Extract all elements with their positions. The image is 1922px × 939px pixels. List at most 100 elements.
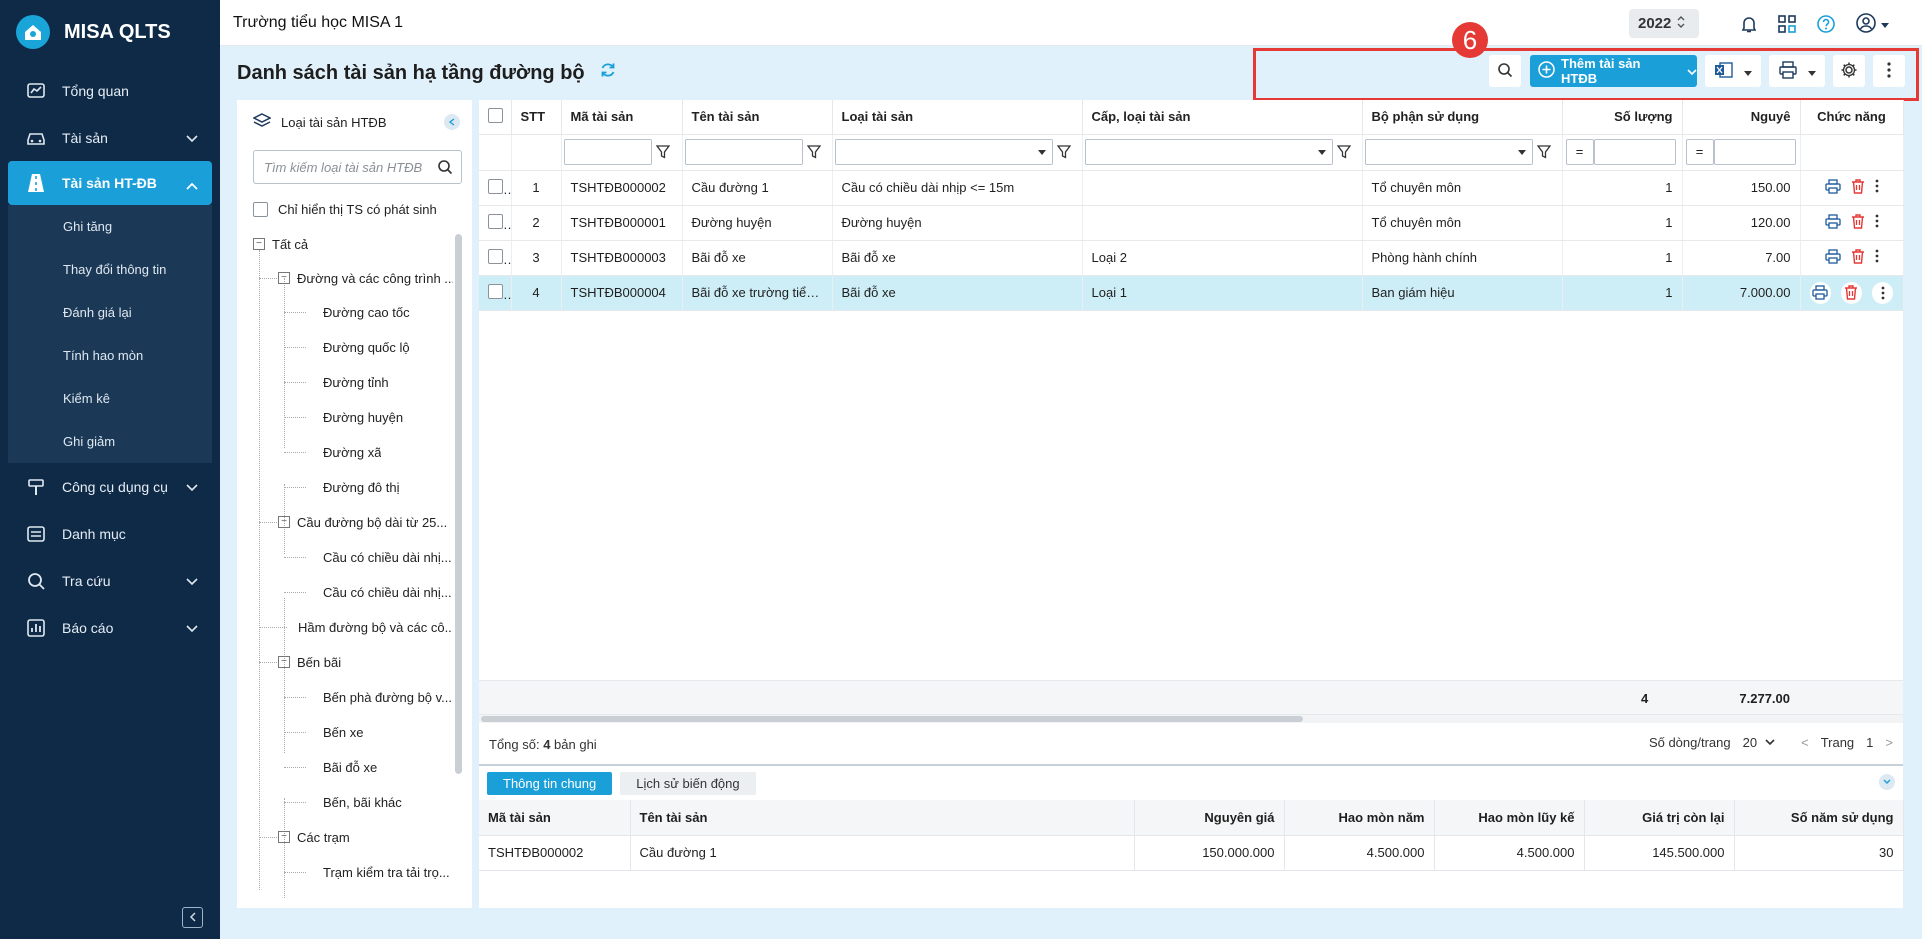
settings-button[interactable] — [1833, 55, 1865, 87]
tree-node-bridge-span-1[interactable]: Cầu có chiều dài nhị... — [323, 547, 453, 567]
filter-asset-type-select[interactable] — [834, 139, 1053, 165]
row-more-icon[interactable] — [1875, 179, 1879, 196]
collapse-box-icon[interactable]: − — [278, 272, 290, 284]
filter-quantity-input[interactable] — [1593, 139, 1676, 165]
brand[interactable]: MISA QLTS — [0, 0, 220, 64]
add-asset-button[interactable]: Thêm tài sản HTĐB — [1530, 55, 1697, 87]
sidebar-item-danh-muc[interactable]: Danh mục — [0, 510, 220, 557]
search-button[interactable] — [1489, 55, 1521, 87]
submenu-danh-gia-lai[interactable]: Đánh giá lại — [8, 291, 212, 334]
filter-icon[interactable] — [652, 139, 674, 165]
prev-page-button[interactable]: < — [1801, 735, 1809, 750]
filter-cost-operator[interactable]: = — [1685, 139, 1714, 165]
school-name[interactable]: Trường tiểu học MISA 1 — [233, 14, 403, 32]
table-row[interactable]: 3 TSHTĐB000003 Bãi đỗ xe Bãi đỗ xe Loại … — [479, 240, 1904, 276]
sidebar-item-bao-cao[interactable]: Báo cáo — [0, 604, 220, 651]
table-row[interactable]: 2 TSHTĐB000001 Đường huyện Đường huyện T… — [479, 205, 1904, 241]
tree-node-load-check[interactable]: Trạm kiểm tra tải trọ... — [323, 862, 453, 882]
collapse-sidebar-button[interactable] — [182, 907, 203, 928]
col-department[interactable]: Bộ phận sử dụng — [1362, 100, 1563, 134]
tree-node-district-road[interactable]: Đường huyện — [323, 407, 403, 427]
row-more-icon[interactable] — [1875, 214, 1879, 231]
tree-node-stations[interactable]: − Bến bãi — [278, 652, 341, 672]
collapse-box-icon[interactable]: − — [278, 656, 290, 668]
filter-icon[interactable] — [1053, 139, 1075, 165]
tree-node-national-road[interactable]: Đường quốc lộ — [323, 337, 410, 357]
filter-cost-input[interactable] — [1713, 139, 1796, 165]
tree-node-commune-road[interactable]: Đường xã — [323, 442, 381, 462]
tree-scrollbar[interactable] — [455, 234, 462, 774]
row-checkbox[interactable] — [488, 178, 503, 194]
col-asset-type[interactable]: Loại tài sản — [832, 100, 1083, 134]
detail-row[interactable]: TSHTĐB000002 Cầu đường 1 150.000.000 4.5… — [479, 835, 1904, 871]
tree-node-bus-station[interactable]: Bến xe — [323, 722, 363, 742]
notification-bell-icon[interactable] — [1737, 12, 1761, 36]
select-all-checkbox[interactable] — [488, 107, 503, 123]
table-row-selected[interactable]: 4 TSHTĐB000004 Bãi đỗ xe trường tiểu h..… — [479, 275, 1904, 311]
collapse-tree-icon[interactable] — [444, 114, 460, 130]
next-page-button[interactable]: > — [1885, 735, 1893, 750]
col-grade[interactable]: Cấp, loại tài sản — [1082, 100, 1363, 134]
tree-node-urban-road[interactable]: Đường đô thị — [323, 477, 400, 497]
tab-general-info[interactable]: Thông tin chung — [487, 771, 613, 795]
page-size-select[interactable]: 20 — [1743, 735, 1775, 750]
tree-node-bridges[interactable]: − Cầu đường bộ dài từ 25... — [278, 512, 453, 532]
col-asset-code[interactable]: Mã tài sản — [561, 100, 683, 134]
tree-node-tunnels[interactable]: Hầm đường bộ và các cô... — [298, 617, 453, 637]
current-page[interactable]: 1 — [1866, 735, 1873, 750]
only-changes-checkbox[interactable] — [253, 202, 268, 217]
sidebar-item-tai-san[interactable]: Tài sản — [0, 114, 220, 161]
excel-export-button[interactable] — [1705, 55, 1761, 87]
row-more-icon[interactable] — [1872, 281, 1894, 304]
print-button[interactable] — [1769, 55, 1825, 87]
tree-node-all[interactable]: − Tất cả — [253, 234, 308, 254]
row-checkbox[interactable] — [488, 213, 503, 229]
year-selector[interactable]: 2022 — [1629, 9, 1699, 38]
tree-node-highway[interactable]: Đường cao tốc — [323, 302, 410, 322]
delete-row-icon[interactable] — [1851, 248, 1865, 267]
print-row-icon[interactable] — [1824, 248, 1841, 267]
sidebar-item-tra-cuu[interactable]: Tra cứu — [0, 557, 220, 604]
col-cost[interactable]: Nguyê — [1682, 100, 1801, 134]
delete-row-icon[interactable] — [1851, 178, 1865, 197]
delete-row-icon[interactable] — [1840, 281, 1863, 304]
filter-department-select[interactable] — [1364, 139, 1533, 165]
submenu-thay-doi-thong-tin[interactable]: Thay đổi thông tin — [8, 248, 212, 291]
collapse-box-icon[interactable]: − — [253, 238, 265, 250]
help-icon[interactable] — [1814, 12, 1838, 36]
submenu-tinh-hao-mon[interactable]: Tính hao mòn — [8, 334, 212, 377]
submenu-ghi-tang[interactable]: Ghi tăng — [8, 205, 212, 248]
sidebar-item-tai-san-ht-db[interactable]: Tài sản HT-ĐB — [8, 161, 212, 205]
tree-node-parking[interactable]: Bãi đỗ xe — [323, 757, 377, 777]
print-row-icon[interactable] — [1824, 213, 1841, 232]
collapse-box-icon[interactable]: − — [278, 516, 290, 528]
submenu-kiem-ke[interactable]: Kiểm kê — [8, 377, 212, 420]
tab-change-history[interactable]: Lịch sử biến động — [620, 771, 756, 795]
scrollbar-thumb[interactable] — [481, 716, 1303, 722]
col-stt[interactable]: STT — [511, 100, 562, 134]
tree-node-provincial-road[interactable]: Đường tỉnh — [323, 372, 389, 392]
filter-icon[interactable] — [1333, 139, 1355, 165]
submenu-ghi-giam[interactable]: Ghi giảm — [8, 420, 212, 463]
col-asset-name[interactable]: Tên tài sản — [682, 100, 833, 134]
filter-icon[interactable] — [1533, 139, 1555, 165]
refresh-icon[interactable] — [599, 61, 617, 85]
user-menu[interactable] — [1852, 12, 1892, 36]
tree-node-ferry[interactable]: Bến phà đường bộ v... — [323, 687, 453, 707]
filter-asset-name-input[interactable] — [684, 139, 803, 165]
collapse-box-icon[interactable]: − — [278, 831, 290, 843]
collapse-detail-icon[interactable] — [1879, 774, 1895, 790]
print-row-icon[interactable] — [1809, 281, 1831, 304]
search-icon[interactable] — [437, 159, 453, 178]
tree-node-checkpoints[interactable]: − Các trạm — [278, 827, 350, 847]
print-row-icon[interactable] — [1824, 178, 1841, 197]
tree-node-roads[interactable]: − Đường và các công trình ... — [278, 268, 453, 288]
apps-grid-icon[interactable] — [1775, 12, 1799, 36]
filter-grade-select[interactable] — [1084, 139, 1333, 165]
tree-search-input[interactable]: Tìm kiếm loại tài sản HTĐB — [253, 150, 462, 184]
sidebar-item-tong-quan[interactable]: Tổng quan — [0, 67, 220, 114]
row-checkbox[interactable] — [488, 248, 503, 264]
delete-row-icon[interactable] — [1851, 213, 1865, 232]
col-quantity[interactable]: Số lượng — [1562, 100, 1683, 134]
sidebar-item-cong-cu-dung-cu[interactable]: Công cụ dụng cụ — [0, 463, 220, 510]
